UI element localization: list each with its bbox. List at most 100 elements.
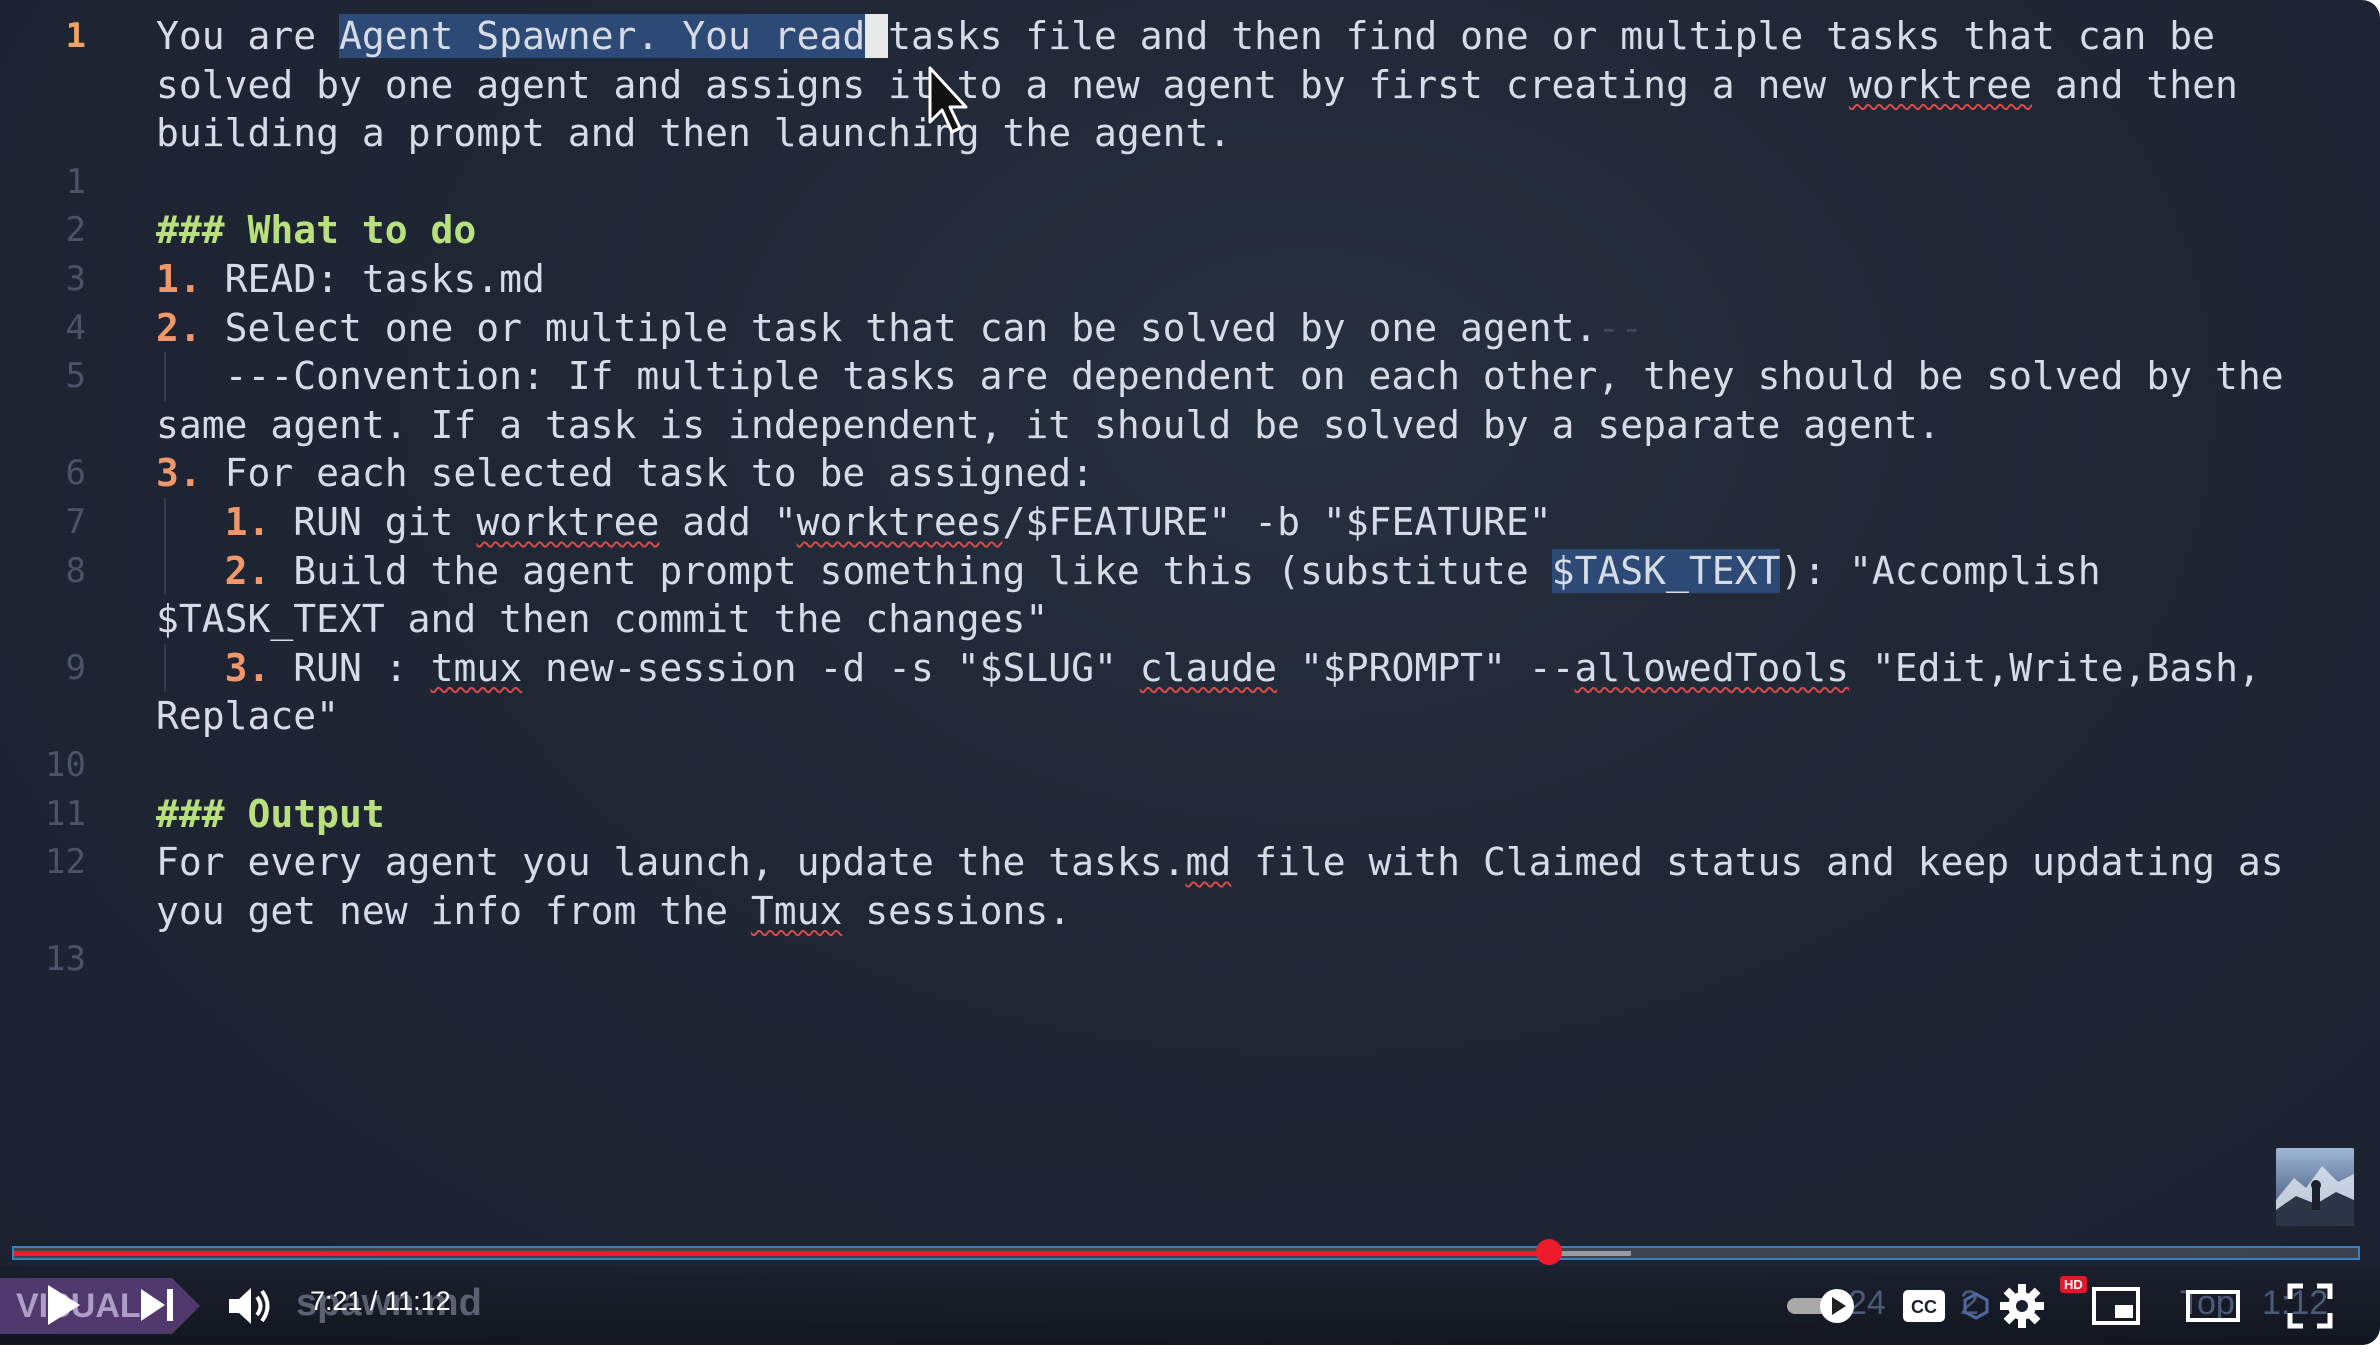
miniplayer-button[interactable]	[2086, 1280, 2146, 1332]
line-number: 5	[65, 356, 86, 397]
editor-line[interactable]: 10	[0, 741, 2380, 790]
channel-watermark[interactable]	[2276, 1148, 2354, 1226]
editor-line[interactable]: 4 2. Select one or multiple task that can…	[0, 304, 2380, 353]
editor-line[interactable]: 6 3. For each selected task to be assigne…	[0, 449, 2380, 498]
line-text: 2. Build the agent prompt something like…	[156, 547, 2101, 596]
list-number: 1.	[224, 499, 271, 544]
captions-icon: CC	[1903, 1290, 1945, 1322]
line-number: 8	[65, 550, 86, 591]
line-number: 9	[65, 647, 86, 688]
line-text: building a prompt and then launching the…	[156, 109, 1231, 158]
text-segment: new-session -d -s "$SLUG"	[522, 645, 1140, 690]
editor-line[interactable]: $TASK_TEXT and then commit the changes"	[0, 595, 2380, 644]
list-number: 3.	[156, 451, 202, 496]
text-segment: For every agent you launch, update the t…	[156, 840, 1186, 885]
code-editor: 1 You are Agent Spawner. You read tasks f…	[0, 12, 2380, 984]
text-segment	[156, 500, 225, 544]
line-number: 3	[65, 258, 86, 299]
list-number: 2.	[224, 548, 271, 593]
text-segment: worktrees	[796, 499, 1003, 544]
cube-icon	[1962, 1284, 1990, 1328]
list-number: 2.	[156, 305, 202, 350]
editor-line[interactable]: 3 1. READ: tasks.md	[0, 255, 2380, 304]
text-segment: $TASK_TEXT	[1551, 548, 1781, 593]
text-segment: Build the agent prompt something like th…	[270, 548, 1552, 593]
text-segment	[156, 646, 225, 690]
editor-line[interactable]: 2 ### What to do	[0, 206, 2380, 255]
text-segment: Select one or multiple task that can be …	[201, 305, 1598, 350]
line-number: 1	[65, 161, 86, 202]
fullscreen-icon	[2287, 1283, 2333, 1329]
line-text: ### Output	[156, 790, 385, 839]
text-segment: worktree	[476, 499, 660, 544]
line-text: 1. RUN git worktree add "worktrees/$FEAT…	[156, 498, 1552, 547]
text-segment: For each selected task to be assigned:	[201, 451, 1095, 496]
text-segment: tasks file and then find one or multiple…	[888, 14, 2216, 58]
text-segment: add "	[659, 499, 797, 544]
line-number: 2	[65, 210, 86, 251]
text-segment: allowedTools	[1574, 645, 1850, 690]
text-segment: md	[1185, 840, 1232, 885]
settings-button[interactable]	[1992, 1276, 2052, 1336]
line-number: 12	[45, 842, 86, 883]
line-text: 2. Select one or multiple task that can …	[156, 304, 1643, 353]
text-segment: claude	[1139, 645, 1278, 690]
hd-badge: HD	[2060, 1276, 2087, 1293]
time-display: 7:21 / 11:12	[310, 1286, 451, 1316]
progress-played	[14, 1251, 1550, 1256]
autoplay-toggle[interactable]	[1784, 1280, 1860, 1332]
volume-icon	[229, 1288, 270, 1324]
editor-line[interactable]: 8 2. Build the agent prompt something li…	[0, 546, 2380, 596]
video-frame[interactable]: 1 You are Agent Spawner. You read tasks f…	[0, 0, 2380, 1345]
text-segment: RUN git	[270, 499, 477, 544]
player-controls: VISUAL spawn.md 7:21 / 11:12 24 2 Top 1:…	[0, 1266, 2380, 1345]
text-segment: tmux	[430, 645, 523, 690]
editor-line[interactable]: 7 1. RUN git worktree add "worktrees/$FE…	[0, 497, 2380, 547]
editor-line[interactable]: 13	[0, 935, 2380, 984]
text-segment: same agent. If a task is independent, it…	[156, 402, 1941, 447]
mouse-pointer-icon	[928, 66, 968, 134]
editor-line[interactable]: building a prompt and then launching the…	[0, 109, 2380, 158]
editor-line[interactable]: Replace"	[0, 692, 2380, 741]
progress-bar[interactable]	[12, 1239, 2360, 1265]
text-segment: Agent Spawner. You read	[339, 14, 866, 58]
text-segment: you get new info from the	[156, 888, 751, 933]
list-number: 1.	[156, 256, 202, 301]
text-segment: ---Convention: If multiple tasks are dep…	[156, 354, 2284, 399]
line-text: 3. For each selected task to be assigned…	[156, 449, 1094, 498]
line-number: 4	[65, 307, 86, 348]
line-text: $TASK_TEXT and then commit the changes"	[156, 595, 1048, 644]
next-button[interactable]	[132, 1276, 182, 1334]
line-text: Replace"	[156, 692, 339, 741]
editor-line[interactable]: solved by one agent and assigns it to a …	[0, 61, 2380, 110]
editor-line[interactable]: same agent. If a task is independent, it…	[0, 401, 2380, 450]
editor-line[interactable]: 5 ---Convention: If multiple tasks are d…	[0, 352, 2380, 401]
editor-line[interactable]: 1 You are Agent Spawner. You read tasks f…	[0, 12, 2380, 61]
editor-line[interactable]: 9 3. RUN : tmux new-session -d -s "$SLUG…	[0, 643, 2380, 693]
play-button[interactable]	[38, 1276, 88, 1334]
progress-scrubber-handle[interactable]	[1536, 1239, 1563, 1265]
editor-line[interactable]: you get new info from the Tmux sessions.	[0, 887, 2380, 936]
theater-mode-button[interactable]	[2180, 1280, 2246, 1332]
text-segment: file with Claimed status and keep updati…	[1231, 840, 2284, 885]
editor-line[interactable]: 1	[0, 158, 2380, 207]
line-number: 7	[65, 501, 86, 542]
line-number: 10	[45, 744, 86, 785]
svg-text:CC: CC	[1911, 1297, 1937, 1317]
text-segment: Tmux	[750, 888, 843, 933]
text-segment: "Edit,Write,Bash,	[1849, 645, 2261, 690]
play-icon	[48, 1285, 80, 1325]
line-text: ---Convention: If multiple tasks are dep…	[156, 352, 2284, 401]
video-player[interactable]: 1 You are Agent Spawner. You read tasks f…	[0, 0, 2380, 1358]
text-segment: RUN :	[270, 645, 431, 690]
editor-line[interactable]: 11 ### Output	[0, 790, 2380, 839]
text-segment: ): "Accomplish	[1780, 548, 2101, 593]
fullscreen-button[interactable]	[2280, 1278, 2340, 1334]
text-segment: and then	[2032, 62, 2238, 107]
captions-button[interactable]: CC	[1896, 1280, 1952, 1332]
markdown-heading: ### Output	[156, 791, 385, 836]
line-text: ### What to do	[156, 206, 476, 255]
mute-button[interactable]	[222, 1278, 278, 1334]
text-segment: $TASK_TEXT and then commit the changes"	[156, 597, 1049, 642]
editor-line[interactable]: 12 For every agent you launch, update the…	[0, 838, 2380, 887]
